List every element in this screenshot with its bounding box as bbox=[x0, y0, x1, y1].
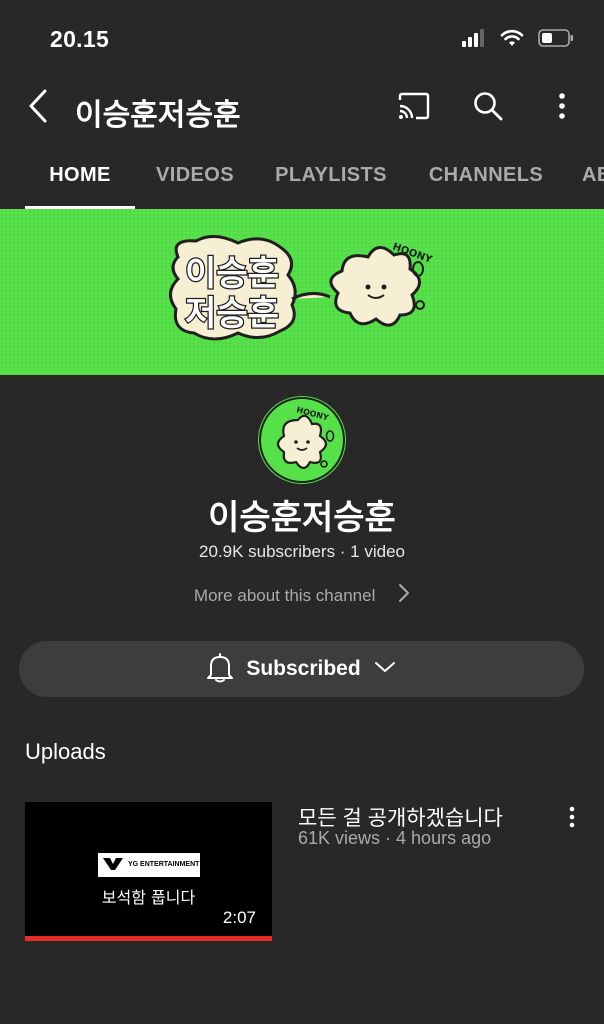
banner-lettering-line2: 저승훈 bbox=[185, 294, 279, 334]
subscribed-button[interactable]: Subscribed bbox=[19, 641, 584, 697]
video-meta: 61K views · 4 hours ago bbox=[298, 828, 492, 848]
subscribed-label: Subscribed bbox=[246, 657, 361, 680]
banner-artwork: 이승훈 저승훈 HOONY bbox=[169, 235, 434, 341]
battery-icon bbox=[538, 28, 574, 53]
tab-playlists[interactable]: PLAYLISTS bbox=[268, 150, 394, 210]
tab-channels[interactable]: CHANNELS bbox=[420, 150, 552, 210]
more-about-label: More about this channel bbox=[193, 585, 376, 605]
video-list-item[interactable]: YG ENTERTAINMENT 보석함 풉니다 2:07 모든 걸 공개하겠습… bbox=[25, 802, 585, 942]
uploads-section-title: Uploads bbox=[25, 739, 106, 764]
back-chevron-icon bbox=[27, 88, 49, 129]
yg-logo-mark bbox=[102, 856, 124, 875]
search-button[interactable] bbox=[470, 88, 506, 128]
channel-banner: 이승훈 저승훈 HOONY bbox=[0, 209, 604, 375]
video-thumbnail[interactable]: YG ENTERTAINMENT 보석함 풉니다 2:07 bbox=[25, 802, 272, 941]
back-button[interactable] bbox=[22, 88, 54, 128]
app-bar: 이승훈저승훈 bbox=[0, 80, 604, 136]
more-about-link[interactable]: More about this channel bbox=[0, 583, 604, 608]
tab-home[interactable]: HOME bbox=[25, 150, 135, 210]
wifi-icon bbox=[500, 29, 524, 52]
channel-stats: 20.9K subscribers · 1 video bbox=[199, 542, 405, 561]
thumbnail-caption: 보석함 풉니다 bbox=[101, 888, 196, 907]
watch-progress-bar bbox=[25, 936, 272, 941]
banner-connector bbox=[291, 292, 331, 301]
channel-name: 이승훈저승훈 bbox=[208, 499, 396, 537]
status-icons bbox=[462, 28, 574, 53]
channel-tabs: HOME VIDEOS PLAYLISTS CHANNELS AB bbox=[0, 150, 604, 210]
more-vertical-icon bbox=[558, 92, 566, 125]
more-vertical-icon bbox=[569, 806, 575, 833]
chevron-right-icon bbox=[398, 583, 410, 608]
video-duration: 2:07 bbox=[222, 908, 256, 927]
avatar-mascot: HOONY bbox=[259, 397, 345, 483]
banner-lettering-line1: 이승훈 bbox=[185, 254, 279, 294]
tab-about[interactable]: AB bbox=[582, 150, 604, 210]
cast-button[interactable] bbox=[396, 88, 432, 128]
chevron-down-icon bbox=[373, 660, 397, 679]
banner-mascot bbox=[329, 246, 421, 327]
status-bar: 20.15 bbox=[0, 0, 604, 80]
video-options-button[interactable] bbox=[560, 804, 584, 834]
bell-icon bbox=[206, 651, 234, 688]
thumbnail-logo-text: YG ENTERTAINMENT bbox=[128, 861, 200, 868]
more-options-button[interactable] bbox=[544, 88, 580, 128]
cast-icon bbox=[397, 92, 431, 125]
yg-entertainment-logo: YG ENTERTAINMENT bbox=[98, 853, 200, 877]
tab-videos[interactable]: VIDEOS bbox=[150, 150, 240, 210]
status-time: 20.15 bbox=[50, 26, 110, 52]
cellular-signal-icon bbox=[462, 29, 486, 52]
channel-avatar[interactable]: HOONY bbox=[258, 396, 346, 484]
app-bar-actions bbox=[396, 88, 580, 128]
app-bar-title: 이승훈저승훈 bbox=[75, 99, 241, 132]
search-icon bbox=[473, 91, 503, 126]
